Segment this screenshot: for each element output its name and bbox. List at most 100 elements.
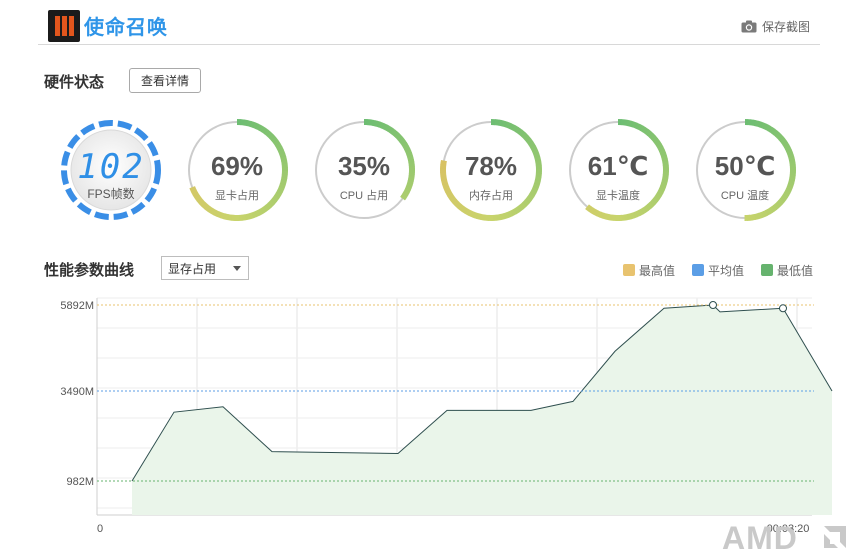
fps-label: FPS帧数 <box>87 187 135 201</box>
gauge-arc-segment <box>241 214 247 221</box>
game-title: 使命召唤 <box>84 17 168 39</box>
gauge-arc-segment <box>530 145 538 152</box>
gauge-arc-segment <box>210 208 217 216</box>
gauge-arc-segment <box>457 204 466 212</box>
gauge-arc-segment <box>201 202 209 210</box>
app-header: 使命召唤 保存截图 <box>38 0 820 45</box>
fps-gauge: 102 FPS帧数 <box>56 115 166 225</box>
legend-min-swatch <box>761 264 773 276</box>
cpu-temp-value: 50℃ <box>714 151 776 181</box>
gauge-arc-segment <box>523 135 532 143</box>
gauge-arc-segment <box>255 123 263 131</box>
gauge-arc-segment <box>639 125 647 133</box>
gauge-arc-segment <box>265 202 273 210</box>
gauge-arc-segment <box>216 211 223 219</box>
gauge-arc-segment <box>651 135 659 143</box>
gauge-arc-segment <box>252 122 259 130</box>
gauge-arc-segment <box>259 206 267 214</box>
gpu-temp-gauge: 61℃ 显卡温度 <box>563 115 673 225</box>
gauge-arc-segment <box>518 129 526 137</box>
gauge-arc-segment <box>644 203 652 211</box>
gauge-arc-segment <box>649 133 656 140</box>
cpu-temp-label: CPU 温度 <box>720 190 770 202</box>
curve-section-title: 性能参数曲线 <box>44 262 135 279</box>
gauge-arc-segment <box>637 208 644 216</box>
gauge-arc-segment <box>623 119 629 126</box>
gauge-arc-segment <box>244 213 250 221</box>
save-screenshot-label: 保存截图 <box>761 19 810 34</box>
gauge-arc-segment <box>629 120 635 128</box>
gauge-arc-segment <box>521 132 529 140</box>
gauge-arc-segment <box>258 125 266 133</box>
y-tick-label: 982M <box>66 476 94 488</box>
gauge-arc-segment <box>499 213 506 221</box>
y-tick-label: 5892M <box>60 300 94 312</box>
gauge-arc-segment <box>261 127 269 135</box>
metric-selected-label: 显存占用 <box>168 261 217 276</box>
gauge-arc-segment <box>526 138 534 146</box>
gauge-arc-segment <box>528 141 536 149</box>
gauge-arc-segment <box>503 212 510 220</box>
save-screenshot-button[interactable]: 保存截图 <box>741 17 810 35</box>
gauge-arc-segment <box>498 119 504 127</box>
gauge-arc-segment <box>227 214 233 221</box>
memory-usage-value: 78% <box>464 151 518 181</box>
gauge-arc-segment <box>269 134 277 142</box>
gauge-arc-segment <box>250 211 257 219</box>
memory-usage-label: 内存占用 <box>469 190 513 202</box>
gauge-arc-segment <box>519 202 527 210</box>
gauge-arc-segment <box>204 204 212 212</box>
gauge-arc-segment <box>513 206 521 215</box>
gauge-arc-segment <box>644 129 652 136</box>
gauge-arc-segment <box>264 129 272 137</box>
gauge-arc-segment <box>640 207 647 215</box>
gauge-arc-segment <box>605 213 610 221</box>
gauge-arc-segment <box>472 211 479 219</box>
fps-value: 102 <box>77 147 145 187</box>
gauge-arc-segment <box>246 120 253 128</box>
gauge-arc-segment <box>273 139 281 147</box>
camera-icon <box>741 20 757 32</box>
gauge-arc-segment <box>608 214 613 221</box>
gauge-arc-segment <box>590 207 597 215</box>
gauge-arc-segment <box>656 143 664 150</box>
gauge-arc-segment <box>243 119 249 127</box>
gpu-temp-label: 显卡温度 <box>596 190 640 202</box>
gauge-arc-segment <box>253 210 261 218</box>
legend-max-label: 最高值 <box>639 263 676 278</box>
gauge-arc-segment <box>632 211 638 219</box>
hardware-gauges: 102 FPS帧数 69% 显卡占用 35% CPU 占用 78% 内存占用 6… <box>0 110 859 230</box>
gauge-arc-segment <box>515 127 523 135</box>
gauge-arc-segment <box>642 205 649 213</box>
y-tick-label: 3490M <box>60 386 94 398</box>
gpu-temp-value: 61℃ <box>587 151 649 181</box>
gauge-arc-segment <box>587 206 594 214</box>
gauge-arc-segment <box>275 142 283 150</box>
gauge-arc-segment <box>223 213 229 221</box>
gauge-arc-segment <box>494 119 500 126</box>
gauge-arc-segment <box>585 204 592 212</box>
metric-dropdown[interactable]: 显存占用 <box>161 256 249 280</box>
gauge-arc-segment <box>468 210 475 218</box>
gauge-arc-segment <box>249 121 256 129</box>
gauge-arc-segment <box>247 212 254 220</box>
gauge-arc-segment <box>647 202 654 209</box>
x-tick-label: 0 <box>97 523 103 535</box>
cpu-usage-label: CPU 占用 <box>339 190 389 202</box>
gauge-arc-segment <box>654 140 662 147</box>
legend-max: 最高值 <box>623 262 675 278</box>
memory-usage-gauge: 78% 内存占用 <box>436 115 546 225</box>
gauge-arc-segment <box>213 209 220 217</box>
gauge-arc-segment <box>256 208 264 216</box>
gauge-arc-segment <box>508 123 516 131</box>
cpu-usage-value: 35% <box>337 151 391 181</box>
legend-max-swatch <box>623 264 635 276</box>
view-details-button[interactable]: 查看详情 <box>129 68 201 93</box>
gpu-usage-label: 显卡占用 <box>215 190 259 202</box>
gauge-arc-segment <box>629 212 635 220</box>
gauge-arc-segment <box>637 124 644 131</box>
gauge-arc-segment <box>512 125 520 133</box>
gauge-arc-segment <box>623 214 629 221</box>
legend-min-label: 最低值 <box>777 263 814 278</box>
gauge-arc-segment <box>271 137 279 144</box>
